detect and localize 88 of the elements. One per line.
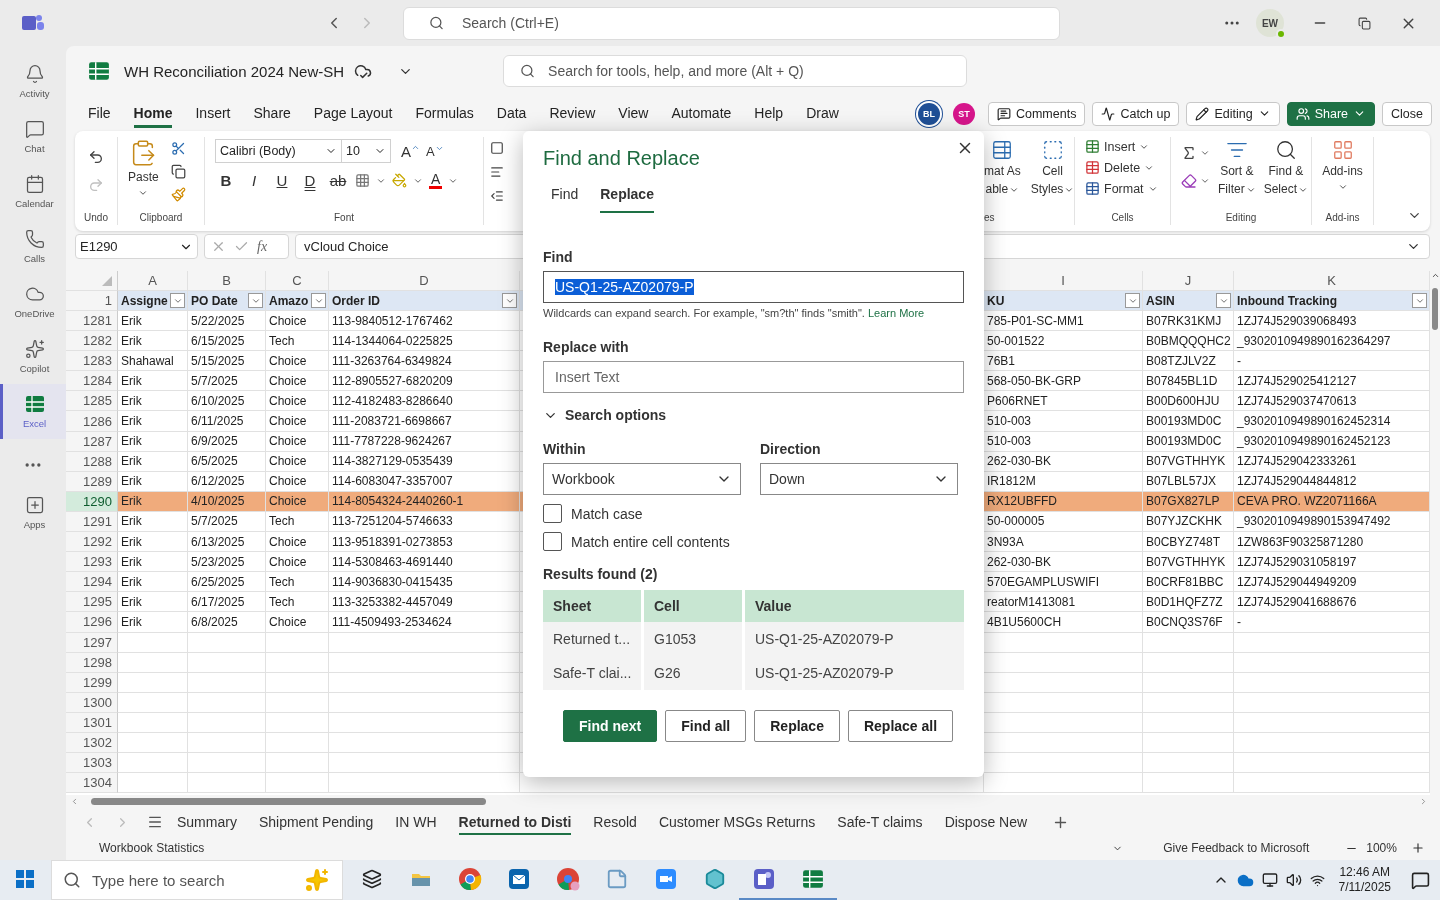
- row-number: 1289: [66, 471, 118, 492]
- row-number: 1294: [66, 572, 118, 593]
- row-number: 1283: [66, 351, 118, 372]
- table-cell: 6/5/2025: [188, 451, 266, 472]
- clock: 12:46 AM 7/11/2025: [1338, 865, 1391, 895]
- row-number: 1288: [66, 451, 118, 472]
- row-number: 1281: [66, 311, 118, 332]
- table-cell: Choice: [266, 612, 329, 633]
- row-number: 1287: [66, 431, 118, 452]
- header-label: KU: [987, 293, 1005, 308]
- row-number: 1295: [66, 592, 118, 613]
- group-label: Clipboard: [139, 212, 183, 225]
- table-cell: -: [1234, 612, 1430, 633]
- row-number: 1285: [66, 391, 118, 412]
- row-number: 1292: [66, 532, 118, 553]
- table-cell: 1ZJ74J529044844812: [1234, 471, 1430, 492]
- column-header: Cell: [644, 590, 742, 622]
- table-cell: B07VGTHHYK: [1143, 451, 1234, 472]
- table-cell: 6/8/2025: [188, 612, 266, 633]
- row-number: 1304: [66, 773, 118, 794]
- header-label: Inbound Tracking: [1237, 293, 1337, 308]
- field-label: Replace with: [543, 339, 629, 355]
- table-cell: B07GX827LP: [1143, 491, 1234, 512]
- table-cell: 114-3827129-0535439: [329, 451, 520, 472]
- group-label: Editing: [1225, 212, 1257, 225]
- row-number: 1: [66, 291, 118, 311]
- row-number: 1302: [66, 732, 118, 754]
- table-cell: Choice: [266, 451, 329, 472]
- field-label: Within: [543, 441, 586, 457]
- group-label: Cells: [1111, 212, 1134, 225]
- zoom-level: 100%: [1366, 841, 1397, 855]
- row-number: 1293: [66, 552, 118, 573]
- table-cell: 111-7787228-9624267: [329, 431, 520, 452]
- results-label: Results found (2): [543, 566, 658, 582]
- table-cell: 114-8054324-2440260-1: [329, 491, 520, 512]
- group-label: es: [984, 212, 995, 225]
- field-label: Direction: [760, 441, 821, 457]
- table-cell: _9302010949890162452123: [1234, 431, 1430, 452]
- table-cell: 4/10/2025: [188, 491, 266, 512]
- table-cell: Choice: [266, 491, 329, 512]
- table-cell: 6/11/2025: [188, 411, 266, 432]
- table-cell: 114-6083047-3357007: [329, 471, 520, 492]
- row-number: 1297: [66, 632, 118, 653]
- row-number: 1296: [66, 612, 118, 633]
- row-number: 1282: [66, 331, 118, 352]
- table-cell: 111-2083721-6698667: [329, 411, 520, 432]
- table-cell: Choice: [266, 411, 329, 432]
- table-cell: 111-4509493-2534624: [329, 612, 520, 633]
- table-cell: B0CNQ3S76F: [1143, 612, 1234, 633]
- header-label: Order ID: [332, 293, 380, 308]
- header-label: Amazo: [269, 293, 309, 308]
- table-cell: B00193MD0C: [1143, 431, 1234, 452]
- table-cell: Erik: [118, 471, 188, 492]
- header-label: PO Date: [191, 293, 238, 308]
- hint-text: Wildcards can expand search. For example, "sm?th" finds "smith". Learn More: [543, 307, 925, 319]
- row-number: 1291: [66, 511, 118, 533]
- table-cell: Erik: [118, 431, 188, 452]
- header-label: ASIN: [1146, 293, 1175, 308]
- dialog-title: Find and Replace: [543, 147, 700, 170]
- header-label: Assigne: [121, 293, 168, 308]
- row-number: 1299: [66, 672, 118, 693]
- table-cell: _9302010949890162452314: [1234, 411, 1430, 432]
- row-number: 1286: [66, 411, 118, 432]
- table-cell: 1ZJ74J529042333261: [1234, 451, 1430, 472]
- table-cell: Erik: [118, 612, 188, 633]
- table-cell: Choice: [266, 471, 329, 492]
- table-cell: 6/12/2025: [188, 471, 266, 492]
- table-cell: Erik: [118, 411, 188, 432]
- column-header: Value: [745, 590, 964, 622]
- field-label: Find: [543, 249, 573, 265]
- row-number: 1301: [66, 712, 118, 733]
- table-cell: CEVA PRO. WZ2071166A: [1234, 491, 1430, 512]
- column-header: Sheet: [543, 590, 641, 622]
- table-cell: B00193MD0C: [1143, 411, 1234, 432]
- group-label: Font: [334, 212, 354, 225]
- table-cell: 6/9/2025: [188, 431, 266, 452]
- row-number: 1290: [66, 491, 118, 512]
- table-cell: Erik: [118, 491, 188, 512]
- workbook-title: WH Reconciliation 2024 New-SH: [124, 62, 345, 80]
- row-number: 1298: [66, 652, 118, 673]
- row-number: 1284: [66, 371, 118, 392]
- row-number: 1303: [66, 753, 118, 774]
- group-label: Add-ins: [1325, 212, 1360, 225]
- table-cell: Erik: [118, 451, 188, 472]
- row-number: 1300: [66, 692, 118, 713]
- group-label: Undo: [84, 212, 108, 225]
- table-cell: B07LBL57JX: [1143, 471, 1234, 492]
- table-cell: Choice: [266, 431, 329, 452]
